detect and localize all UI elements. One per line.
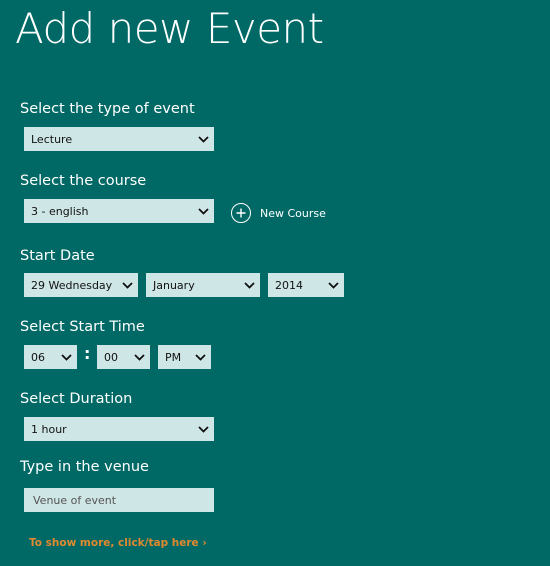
chevron-down-icon <box>189 345 211 369</box>
start-month-select[interactable]: January <box>146 273 260 297</box>
start-ampm-value: PM <box>165 350 182 364</box>
venue-input[interactable]: Venue of event <box>24 488 214 512</box>
chevron-down-icon <box>238 273 260 297</box>
course-value: 3 - english <box>31 204 89 218</box>
chevron-down-icon <box>192 199 214 223</box>
time-separator: : <box>84 344 91 363</box>
start-year-select[interactable]: 2014 <box>268 273 344 297</box>
course-label: Select the course <box>20 173 147 189</box>
page-title: Add new Event <box>15 4 324 53</box>
duration-select[interactable]: 1 hour <box>24 417 214 441</box>
show-more-link[interactable]: To show more, click/tap here › <box>29 537 207 549</box>
chevron-down-icon <box>55 345 77 369</box>
new-course-button[interactable]: New Course <box>231 203 326 223</box>
new-course-label: New Course <box>260 206 326 220</box>
duration-label: Select Duration <box>20 391 133 407</box>
venue-label: Type in the venue <box>20 459 149 475</box>
start-month-value: January <box>153 278 195 292</box>
add-circle-icon <box>231 203 251 223</box>
start-hour-value: 06 <box>31 350 45 364</box>
event-type-select[interactable]: Lecture <box>24 127 214 151</box>
start-year-value: 2014 <box>275 278 303 292</box>
chevron-down-icon <box>128 345 150 369</box>
chevron-down-icon <box>192 417 214 441</box>
start-time-label: Select Start Time <box>20 319 145 335</box>
chevron-down-icon <box>192 127 214 151</box>
start-date-label: Start Date <box>20 248 95 264</box>
start-hour-select[interactable]: 06 <box>24 345 77 369</box>
event-type-label: Select the type of event <box>20 101 195 117</box>
course-select[interactable]: 3 - english <box>24 199 214 223</box>
start-day-select[interactable]: 29 Wednesday <box>24 273 138 297</box>
venue-placeholder: Venue of event <box>33 493 117 507</box>
event-type-value: Lecture <box>31 132 73 146</box>
start-day-value: 29 Wednesday <box>31 278 113 292</box>
chevron-down-icon <box>116 273 138 297</box>
start-ampm-select[interactable]: PM <box>158 345 211 369</box>
start-minute-select[interactable]: 00 <box>97 345 150 369</box>
start-minute-value: 00 <box>104 350 118 364</box>
chevron-down-icon <box>322 273 344 297</box>
duration-value: 1 hour <box>31 422 67 436</box>
